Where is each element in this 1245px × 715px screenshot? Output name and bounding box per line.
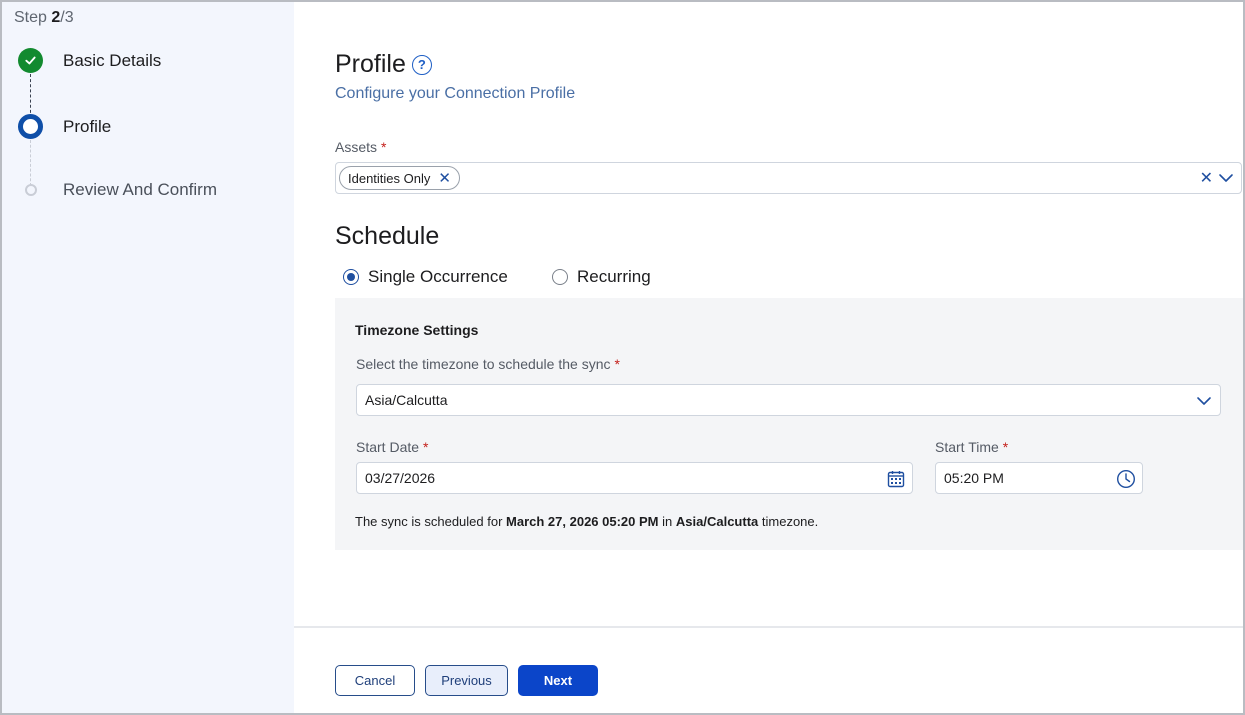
next-button[interactable]: Next bbox=[518, 665, 598, 696]
summary-suffix: timezone. bbox=[761, 514, 819, 529]
assets-label-text: Assets bbox=[335, 139, 378, 155]
step-basic-details[interactable]: Basic Details bbox=[18, 48, 161, 73]
step-profile[interactable]: Profile bbox=[18, 114, 111, 139]
profile-form: Profile ? Configure your Connection Prof… bbox=[294, 2, 1243, 713]
timezone-select-label: Select the timezone to schedule the sync… bbox=[356, 356, 620, 372]
radio-unselected-icon[interactable] bbox=[552, 269, 568, 285]
active-step-icon bbox=[18, 114, 43, 139]
start-time-label: Start Time * bbox=[935, 439, 1008, 455]
clock-icon[interactable] bbox=[1116, 469, 1136, 489]
radio-single-occurrence[interactable]: Single Occurrence bbox=[343, 267, 508, 287]
timezone-settings-title: Timezone Settings bbox=[355, 322, 479, 338]
start-time-input[interactable]: 05:20 PM bbox=[935, 462, 1143, 494]
start-date-input[interactable]: 03/27/2026 bbox=[356, 462, 913, 494]
summary-in: in bbox=[662, 514, 673, 529]
stepper-sidebar: Step 2/3 Basic Details Profile Review An… bbox=[2, 2, 294, 713]
start-date-label-text: Start Date bbox=[356, 439, 420, 455]
required-marker: * bbox=[1002, 439, 1009, 455]
clear-icon[interactable]: ✕ bbox=[1200, 168, 1213, 188]
check-icon bbox=[18, 48, 43, 73]
timezone-select[interactable]: Asia/Calcutta bbox=[356, 384, 1221, 416]
calendar-icon[interactable] bbox=[886, 469, 906, 489]
step-label: Basic Details bbox=[63, 50, 162, 70]
page-subtitle: Configure your Connection Profile bbox=[335, 85, 576, 102]
step-review-and-confirm[interactable]: Review And Confirm bbox=[18, 180, 217, 200]
assets-multiselect[interactable]: Identities Only ✕ ✕ bbox=[335, 162, 1242, 194]
radio-label: Single Occurrence bbox=[368, 267, 508, 286]
timezone-settings-panel: Timezone Settings Select the timezone to… bbox=[335, 298, 1243, 550]
summary-prefix: The sync is scheduled for bbox=[355, 514, 503, 529]
start-time-value: 05:20 PM bbox=[944, 470, 1004, 486]
pending-step-icon bbox=[25, 184, 37, 196]
previous-button[interactable]: Previous bbox=[425, 665, 508, 696]
asset-chip: Identities Only ✕ bbox=[339, 166, 460, 190]
start-date-label: Start Date * bbox=[356, 439, 428, 455]
chevron-down-icon[interactable] bbox=[1217, 169, 1235, 187]
step-total: /3 bbox=[60, 9, 74, 26]
page-title: Profile ? bbox=[335, 50, 432, 79]
radio-recurring[interactable]: Recurring bbox=[552, 267, 651, 287]
assets-label: Assets * bbox=[335, 139, 386, 155]
step-label: Profile bbox=[63, 116, 112, 136]
step-current: 2 bbox=[51, 9, 61, 26]
start-time-label-text: Start Time bbox=[935, 439, 999, 455]
asset-chip-label: Identities Only bbox=[348, 170, 431, 186]
chevron-down-icon[interactable] bbox=[1194, 391, 1214, 411]
page-title-text: Profile bbox=[335, 50, 406, 78]
footer-divider bbox=[294, 626, 1243, 628]
schedule-summary: The sync is scheduled for March 27, 2026… bbox=[355, 514, 818, 529]
start-date-value: 03/27/2026 bbox=[365, 470, 436, 486]
schedule-title: Schedule bbox=[335, 222, 440, 250]
step-word: Step bbox=[14, 9, 47, 26]
required-marker: * bbox=[381, 139, 387, 155]
timezone-value: Asia/Calcutta bbox=[365, 392, 448, 408]
wizard-window: Step 2/3 Basic Details Profile Review An… bbox=[0, 0, 1245, 715]
cancel-button[interactable]: Cancel bbox=[335, 665, 415, 696]
required-marker: * bbox=[614, 356, 620, 372]
radio-label: Recurring bbox=[577, 267, 651, 286]
step-connector bbox=[30, 74, 31, 118]
help-icon[interactable]: ? bbox=[411, 54, 432, 75]
step-label: Review And Confirm bbox=[63, 180, 218, 199]
summary-zone: Asia/Calcutta bbox=[675, 514, 759, 529]
remove-chip-icon[interactable]: ✕ bbox=[438, 171, 451, 186]
step-counter: Step 2/3 bbox=[14, 9, 74, 27]
timezone-select-label-text: Select the timezone to schedule the sync bbox=[356, 356, 611, 372]
required-marker: * bbox=[423, 439, 429, 455]
summary-datetime: March 27, 2026 05:20 PM bbox=[506, 514, 659, 529]
radio-selected-icon[interactable] bbox=[343, 269, 359, 285]
